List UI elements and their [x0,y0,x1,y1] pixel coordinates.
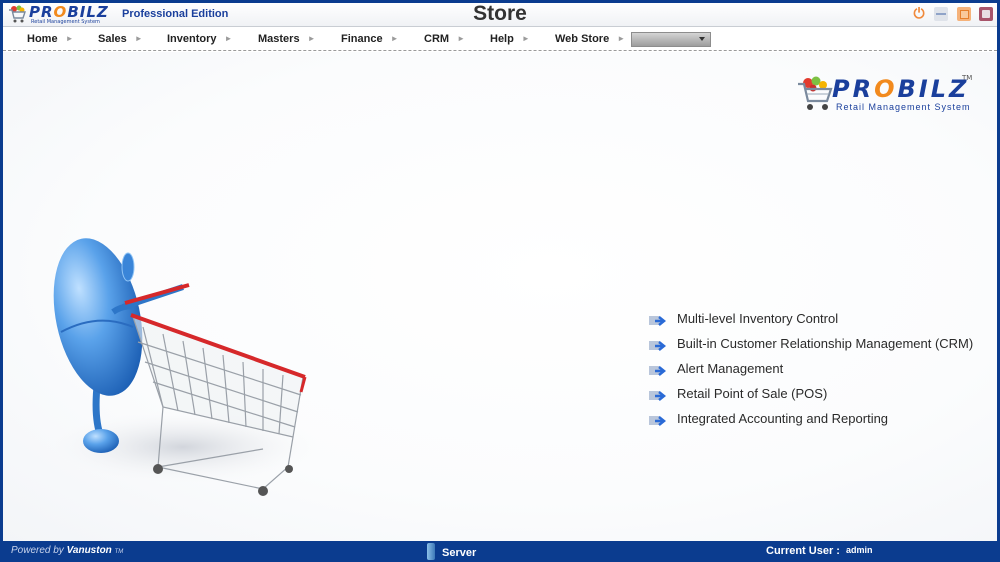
logo-subtitle: Retail Management System [836,102,971,112]
server-icon [427,543,435,560]
submenu-arrow-icon: ► [307,34,316,43]
powered-brand: Vanuston [66,545,112,556]
arrow-cart-icon [649,416,667,426]
submenu-arrow-icon: ► [521,34,530,43]
submenu-arrow-icon: ► [457,34,465,43]
current-user-label: Current User : [766,545,840,557]
close-icon[interactable] [979,7,993,21]
powered-by: Powered by Vanuston TM [11,545,123,556]
feature-label: Retail Point of Sale (POS) [677,386,828,401]
main-content: PROBILZ TM Retail Management System Mult… [3,52,997,541]
current-user-value: admin [846,545,873,555]
menu-dropdown[interactable] [631,32,711,47]
arrow-cart-icon [649,366,667,376]
menu-crm[interactable]: CRM ► [424,33,465,45]
menu-label: CRM [424,33,450,45]
trademark: TM [962,74,973,82]
server-label: Server [442,547,477,559]
menu-label: Masters [258,33,300,45]
submenu-arrow-icon: ► [390,34,399,43]
menu-label: Sales [98,33,127,45]
feature-label: Alert Management [677,361,784,376]
powered-prefix: Powered by [11,545,64,556]
feature-label: Built-in Customer Relationship Managemen… [677,336,974,351]
menu-label: Web Store [555,33,610,45]
feature-label: Integrated Accounting and Reporting [677,411,889,426]
menu-bar: Home ► Sales ► Inventory ► Masters ► Finance… [3,28,997,51]
menu-sales[interactable]: Sales ► [98,33,143,45]
submenu-arrow-icon: ► [134,34,143,43]
maximize-icon[interactable] [957,7,971,21]
menu-web-store[interactable]: Web Store ► [555,33,625,45]
menu-label: Home [27,33,58,45]
app-window: PROBILZ Retail Management System Profess… [3,2,997,541]
status-bar: Powered by Vanuston TM Server Current Us… [0,541,1000,562]
power-icon[interactable]: ⏻ [912,7,926,21]
submenu-arrow-icon: ► [617,34,626,43]
title-bar: PROBILZ Retail Management System Profess… [3,2,997,27]
arrow-cart-icon [649,316,667,326]
menu-label: Help [490,33,514,45]
cart-logo-icon [798,76,833,110]
minimize-icon[interactable] [934,7,948,21]
mouse-cart-illustration [33,238,333,496]
logo-wordmark: PROBILZ [832,75,970,103]
arrow-cart-icon [649,341,667,351]
feature-label: Multi-level Inventory Control [677,311,839,326]
menu-masters[interactable]: Masters ► [258,33,316,45]
menu-finance[interactable]: Finance ► [341,33,399,45]
trademark: TM [114,549,124,555]
menu-home[interactable]: Home ► [27,33,73,45]
arrow-cart-icon [649,391,667,401]
menu-label: Inventory [167,33,217,45]
menu-inventory[interactable]: Inventory ► [167,33,232,45]
page-title: Store [473,2,527,25]
submenu-arrow-icon: ► [224,34,233,43]
submenu-arrow-icon: ► [65,34,74,43]
probilz-logo: PROBILZ TM Retail Management System [796,74,976,116]
menu-label: Finance [341,33,383,45]
menu-help[interactable]: Help ► [490,33,530,45]
chevron-down-icon [699,37,705,41]
